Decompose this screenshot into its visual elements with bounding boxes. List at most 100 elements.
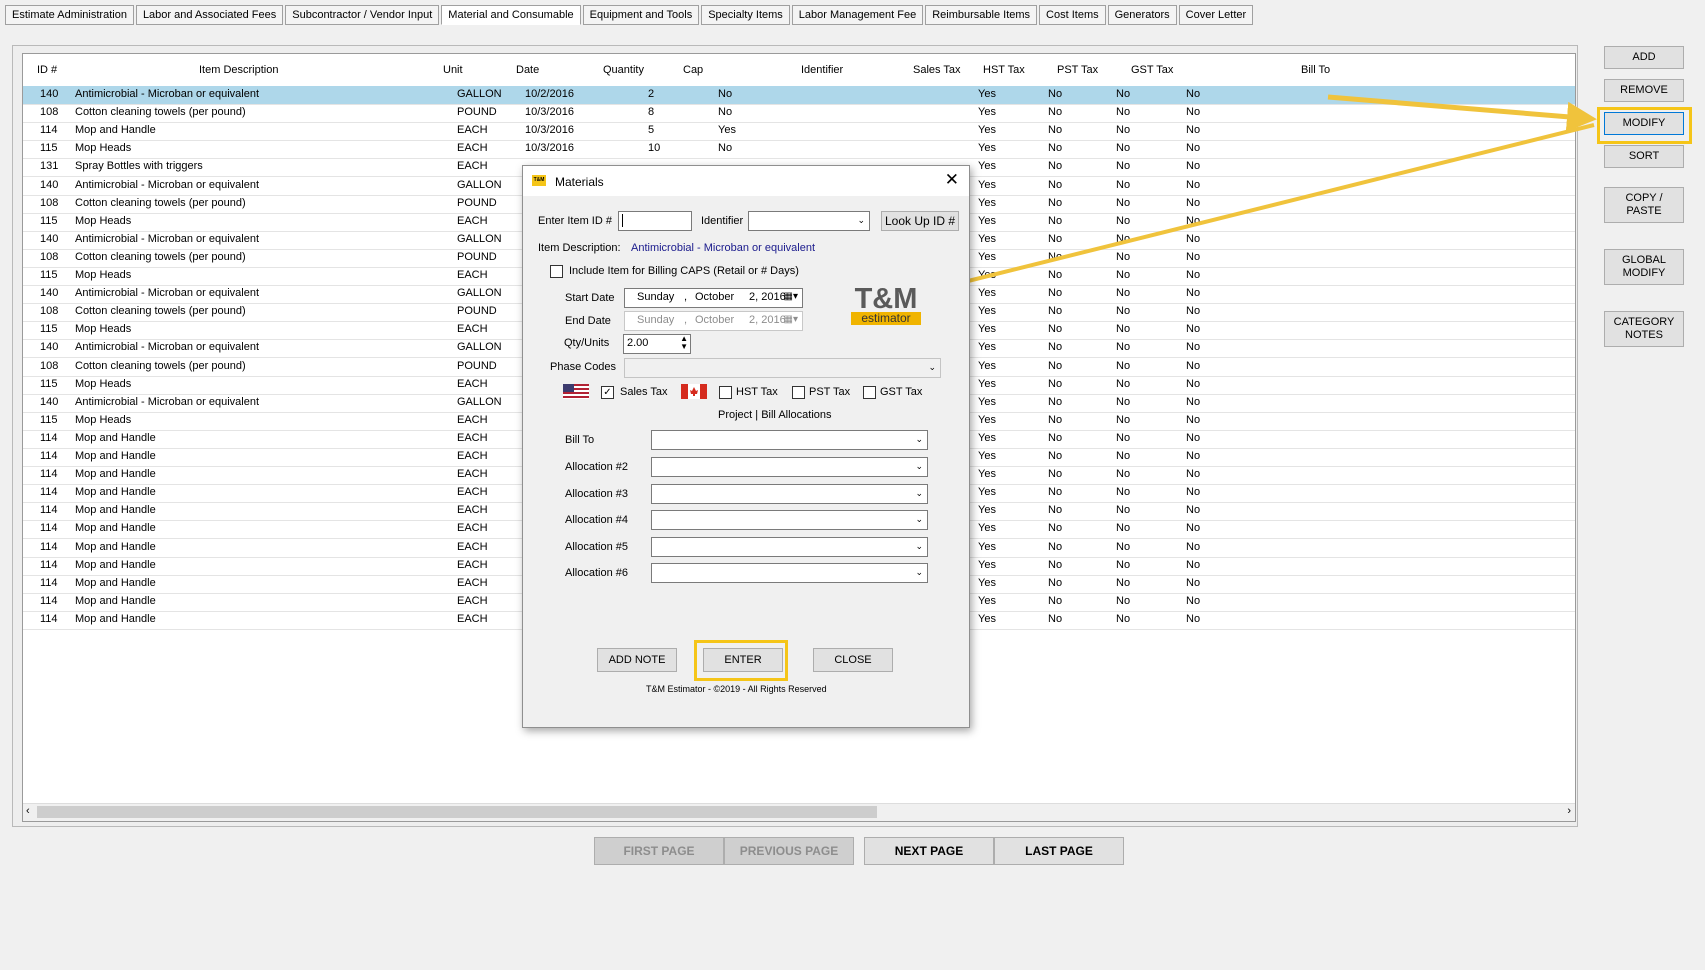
start-date-picker[interactable]: Sunday , October 2, 2016 ▦▾ [624,288,803,308]
table-cell: Mop and Handle [75,124,156,137]
table-cell: 5 [648,124,655,137]
table-cell: No [1116,178,1131,191]
table-cell: No [1048,594,1063,607]
horizontal-scrollbar[interactable]: ‹ › [23,803,1575,821]
scrollbar-thumb[interactable] [37,806,877,818]
sort-button[interactable]: SORT [1604,145,1684,168]
column-header[interactable]: Item Description [199,64,278,76]
hst-tax-checkbox[interactable] [719,386,732,399]
allocation-select-6[interactable]: ⌄ [651,563,928,583]
bill-to-select[interactable]: ⌄ [651,430,928,450]
phase-codes-select[interactable]: ⌄ [624,358,941,378]
close-icon[interactable]: ✕ [945,170,959,190]
hst-tax-label: HST Tax [736,386,778,398]
start-date-month: October [695,291,735,303]
table-cell: No [1116,341,1131,354]
tab-reimbursable-items[interactable]: Reimbursable Items [925,5,1038,25]
first-page-button[interactable]: FIRST PAGE [594,837,724,865]
table-cell: No [1116,576,1131,589]
table-cell: No [1048,413,1063,426]
previous-page-button[interactable]: PREVIOUS PAGE [724,837,854,865]
tab-subcontractor-vendor-input[interactable]: Subcontractor / Vendor Input [285,5,440,25]
sales-tax-checkbox[interactable]: ✓ [601,386,614,399]
table-cell: No [1116,450,1131,462]
add-note-button[interactable]: ADD NOTE [597,648,677,672]
calendar-icon[interactable]: ▦▾ [784,314,798,325]
tab-generators[interactable]: Generators [1107,5,1177,25]
lookup-id-button[interactable]: Look Up ID # [881,211,959,231]
table-row[interactable]: 140 Antimicrobial - Microban or equivalen… [23,86,1575,105]
table-cell: EACH [457,558,488,571]
tab-material-and-consumable[interactable]: Material and Consumable [441,5,581,25]
table-row[interactable]: 108 Cotton cleaning towels (per pound) POU… [23,104,1575,124]
table-cell: Mop Heads [75,413,132,426]
tab-cost-items[interactable]: Cost Items [1039,5,1106,25]
table-cell: Mop and Handle [75,576,156,589]
column-header[interactable]: Bill To [1301,64,1330,76]
table-cell: Yes [978,540,996,553]
table-cell: Mop and Handle [75,486,156,499]
qty-input[interactable]: 2.00 ▲ ▼ [623,334,691,354]
column-header[interactable]: Date [516,64,539,76]
gst-tax-checkbox[interactable] [863,386,876,399]
column-header[interactable]: Cap [683,64,703,76]
table-cell: Yes [978,359,996,372]
scroll-right-icon[interactable]: › [1567,805,1571,817]
table-row[interactable]: 115 Mop Heads EACH 10/3/2016 10 No Yes No No No [23,140,1575,160]
column-header[interactable]: GST Tax [1131,64,1173,76]
allocation-select-3[interactable]: ⌄ [651,483,928,504]
table-row[interactable]: 114 Mop and Handle EACH 10/3/2016 5 Yes Yes No N… [23,122,1575,142]
copy-paste-button[interactable]: COPY / PASTE [1604,187,1684,223]
category-notes-button[interactable]: CATEGORY NOTES [1604,311,1684,347]
allocation-select-5[interactable]: ⌄ [651,536,928,557]
spinner-icon[interactable]: ▲ ▼ [680,335,688,351]
end-date-picker[interactable]: Sunday , October 2, 2016 ▦▾ [624,311,803,331]
remove-button[interactable]: REMOVE [1604,79,1684,102]
table-cell: No [1116,124,1131,137]
table-cell: EACH [457,576,488,589]
table-cell: No [1186,160,1201,173]
table-cell: GALLON [457,232,502,245]
table-cell: 114 [40,522,58,535]
column-header[interactable]: Sales Tax [913,64,961,76]
table-cell: Antimicrobial - Microban or equivalent [75,232,260,245]
column-header[interactable]: ID # [37,64,57,76]
table-cell: No [718,106,733,119]
column-header[interactable]: Quantity [603,64,644,76]
tab-specialty-items[interactable]: Specialty Items [701,5,790,25]
identifier-select[interactable]: ⌄ [748,211,870,231]
tab-labor-and-associated-fees[interactable]: Labor and Associated Fees [135,5,284,25]
column-header[interactable]: HST Tax [983,64,1025,76]
table-cell: Yes [978,269,996,281]
global-modify-button[interactable]: GLOBAL MODIFY [1604,249,1684,285]
include-caps-checkbox[interactable] [550,265,563,278]
allocation-select-2[interactable]: ⌄ [651,457,928,477]
table-cell: GALLON [457,341,502,354]
table-cell: 114 [40,612,58,625]
allocation-label: Allocation #3 [565,487,628,500]
tab-labor-management-fee[interactable]: Labor Management Fee [791,5,924,25]
item-id-input[interactable] [618,211,692,231]
column-header[interactable]: Identifier [801,64,843,76]
scroll-left-icon[interactable]: ‹ [26,805,30,817]
last-page-button[interactable]: LAST PAGE [994,837,1124,865]
table-cell: No [1116,142,1131,155]
materials-dialog: T&M Materials ✕ Enter Item ID # Identifi… [522,165,970,728]
tab-cover-letter[interactable]: Cover Letter [1178,5,1254,25]
allocation-select-4[interactable]: ⌄ [651,510,928,530]
add-button[interactable]: ADD [1604,46,1684,69]
column-header[interactable]: Unit [443,64,463,76]
next-page-button[interactable]: NEXT PAGE [864,837,994,865]
tab-estimate-administration[interactable]: Estimate Administration [5,5,134,25]
column-header[interactable]: PST Tax [1057,64,1098,76]
pst-tax-checkbox[interactable] [792,386,805,399]
close-button[interactable]: CLOSE [813,648,893,672]
table-cell: 114 [40,540,58,553]
table-cell: Yes [718,124,736,137]
us-flag-icon [563,384,589,399]
bill-to-label: Bill To [565,434,595,446]
calendar-icon[interactable]: ▦▾ [784,291,798,302]
table-cell: Yes [978,323,996,336]
table-cell: Yes [978,142,996,155]
tab-equipment-and-tools[interactable]: Equipment and Tools [582,5,700,25]
